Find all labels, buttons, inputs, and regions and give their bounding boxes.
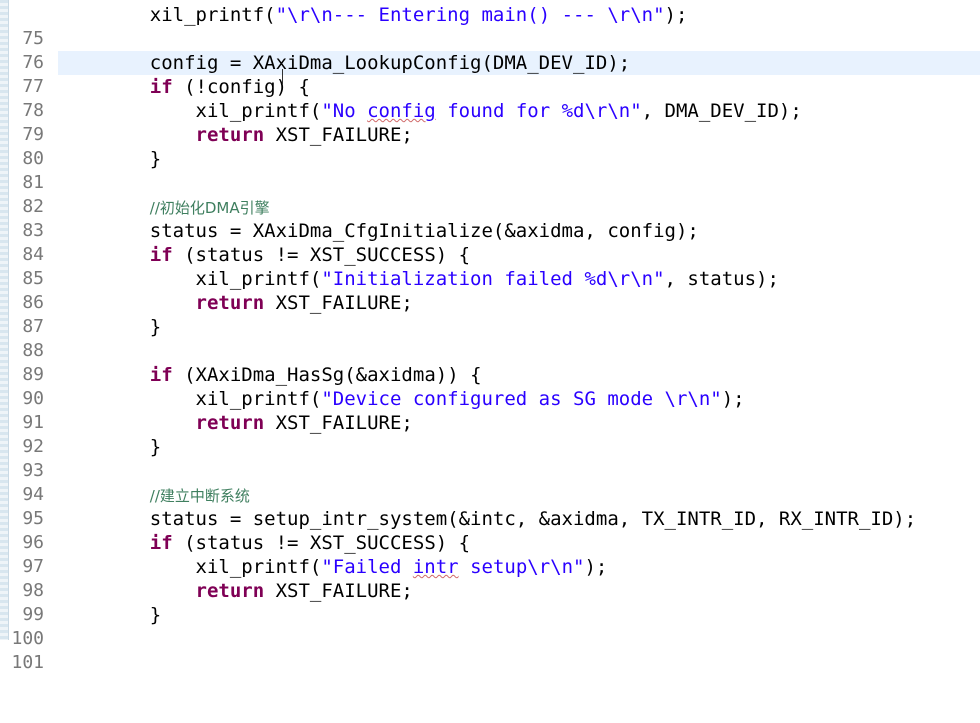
code-line-80[interactable]: 80 return XST_FAILURE;: [8, 123, 980, 169]
code-line-95[interactable]: 95 //建立中断系统: [8, 483, 980, 529]
line-text[interactable]: return XST_FAILURE;: [104, 291, 413, 315]
code-line-82[interactable]: 82: [8, 171, 980, 217]
code-line-100[interactable]: 100 }: [8, 603, 980, 649]
code-line-92[interactable]: 92 return XST_FAILURE;: [8, 411, 980, 457]
code-line-81[interactable]: 81 }: [8, 147, 980, 193]
code-line-94[interactable]: 94: [8, 459, 980, 505]
code-line-79[interactable]: 79 xil_printf("No config found for %d\r\…: [8, 99, 980, 145]
code-line-93[interactable]: 93 }: [8, 435, 980, 481]
code-line-98[interactable]: 98 xil_printf("Failed intr setup\r\n");: [8, 555, 980, 601]
code-line-77-current[interactable]: 77 config = XAxiDma_LookupConfig(DMA_DEV…: [8, 51, 980, 97]
line-text[interactable]: xil_printf("No config found for %d\r\n",…: [104, 99, 802, 123]
line-text[interactable]: if (status != XST_SUCCESS) {: [104, 531, 470, 555]
code-line-101[interactable]: 101: [8, 627, 980, 673]
code-line-76[interactable]: 76: [8, 27, 980, 73]
line-text[interactable]: //建立中断系统: [104, 483, 250, 508]
line-text[interactable]: }: [104, 603, 161, 627]
line-number: 101: [11, 652, 44, 673]
line-text[interactable]: status = setup_intr_system(&intc, &axidm…: [104, 507, 916, 531]
line-text[interactable]: //初始化DMA引擎: [104, 195, 270, 220]
code-line-96[interactable]: 96 status = setup_intr_system(&intc, &ax…: [8, 507, 980, 553]
line-text[interactable]: status = XAxiDma_CfgInitialize(&axidma, …: [104, 219, 699, 243]
code-line-78[interactable]: 78 if (!config) {: [8, 75, 980, 121]
code-line-75[interactable]: 75 xil_printf("\r\n--- Entering main() -…: [8, 3, 980, 49]
line-text[interactable]: config = XAxiDma_LookupConfig(DMA_DEV_ID…: [104, 51, 630, 75]
line-text[interactable]: xil_printf("\r\n--- Entering main() --- …: [104, 3, 688, 27]
line-text[interactable]: if (XAxiDma_HasSg(&axidma)) {: [104, 363, 482, 387]
code-line-97[interactable]: 97 if (status != XST_SUCCESS) {: [8, 531, 980, 577]
line-text[interactable]: if (status != XST_SUCCESS) {: [104, 243, 470, 267]
code-line-99[interactable]: 99 return XST_FAILURE;: [8, 579, 980, 625]
code-line-84[interactable]: 84 status = XAxiDma_CfgInitialize(&axidm…: [8, 219, 980, 265]
line-text[interactable]: }: [104, 315, 161, 339]
text-cursor: [282, 69, 285, 85]
line-text[interactable]: xil_printf("Initialization failed %d\r\n…: [104, 267, 779, 291]
line-text[interactable]: if (!config) {: [104, 75, 310, 99]
code-line-87[interactable]: 87 return XST_FAILURE;: [8, 291, 980, 337]
line-text[interactable]: }: [104, 435, 161, 459]
code-line-83[interactable]: 83 //初始化DMA引擎: [8, 195, 980, 241]
code-line-86[interactable]: 86 xil_printf("Initialization failed %d\…: [8, 267, 980, 313]
line-text[interactable]: xil_printf("Device configured as SG mode…: [104, 387, 745, 411]
line-text[interactable]: }: [104, 147, 161, 171]
code-line-89[interactable]: 89: [8, 339, 980, 385]
line-text[interactable]: return XST_FAILURE;: [104, 123, 413, 147]
code-line-85[interactable]: 85 if (status != XST_SUCCESS) {: [8, 243, 980, 289]
line-text[interactable]: return XST_FAILURE;: [104, 579, 413, 603]
code-line-91[interactable]: 91 xil_printf("Device configured as SG m…: [8, 387, 980, 433]
line-text[interactable]: xil_printf("Failed intr setup\r\n");: [104, 555, 608, 579]
code-line-88[interactable]: 88 }: [8, 315, 980, 361]
code-line-90[interactable]: 90 if (XAxiDma_HasSg(&axidma)) {: [8, 363, 980, 409]
line-text[interactable]: return XST_FAILURE;: [104, 411, 413, 435]
code-editor[interactable]: 75 xil_printf("\r\n--- Entering main() -…: [8, 3, 980, 673]
